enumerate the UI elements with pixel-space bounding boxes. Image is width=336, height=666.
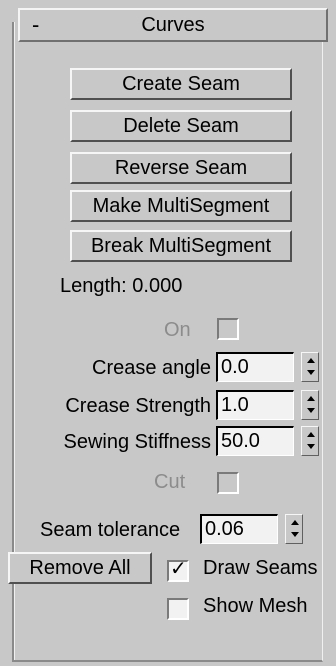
cut-checkbox[interactable]: [217, 472, 239, 494]
break-multisegment-button[interactable]: Break MultiSegment: [70, 230, 292, 262]
crease-angle-spinner[interactable]: [301, 352, 319, 382]
length-label: Length: 0.000: [60, 275, 183, 297]
crease-angle-label: Crease angle: [92, 357, 211, 379]
seam-tolerance-field[interactable]: 0.06: [200, 514, 278, 544]
cut-label: Cut: [154, 471, 186, 493]
crease-angle-field[interactable]: 0.0: [216, 352, 294, 382]
seam-tolerance-spinner[interactable]: [285, 514, 303, 544]
draw-seams-checkbox[interactable]: ✓: [167, 558, 189, 582]
crease-strength-spinner[interactable]: [301, 390, 319, 420]
spinner-up-icon[interactable]: [286, 515, 302, 529]
show-mesh-label: Show Mesh: [203, 595, 308, 617]
delete-seam-button[interactable]: Delete Seam: [70, 110, 292, 142]
on-label: On: [164, 319, 191, 341]
length-value: 0.000: [132, 275, 183, 297]
create-seam-button[interactable]: Create Seam: [70, 68, 292, 100]
spinner-up-icon[interactable]: [302, 391, 318, 405]
sewing-stiffness-field[interactable]: 50.0: [216, 426, 294, 456]
checkmark-icon: ✓: [170, 558, 187, 580]
draw-seams-label: Draw Seams: [203, 557, 318, 579]
rollout-title[interactable]: Curves: [20, 13, 326, 37]
on-checkbox[interactable]: [217, 318, 239, 340]
seam-tolerance-label: Seam tolerance: [40, 519, 181, 541]
sewing-stiffness-label: Sewing Stiffness: [63, 431, 212, 453]
show-mesh-checkbox[interactable]: [167, 598, 189, 620]
crease-strength-label: Crease Strength: [65, 395, 211, 417]
spinner-down-icon[interactable]: [302, 441, 318, 455]
reverse-seam-button[interactable]: Reverse Seam: [70, 152, 292, 184]
spinner-up-icon[interactable]: [302, 427, 318, 441]
remove-all-button[interactable]: Remove All: [8, 552, 152, 584]
crease-strength-field[interactable]: 1.0: [216, 390, 294, 420]
spinner-up-icon[interactable]: [302, 353, 318, 367]
sewing-stiffness-spinner[interactable]: [301, 426, 319, 456]
spinner-down-icon[interactable]: [286, 529, 302, 543]
spinner-down-icon[interactable]: [302, 367, 318, 381]
rollout-header-curves[interactable]: - Curves: [18, 8, 328, 42]
spinner-down-icon[interactable]: [302, 405, 318, 419]
make-multisegment-button[interactable]: Make MultiSegment: [70, 190, 292, 222]
